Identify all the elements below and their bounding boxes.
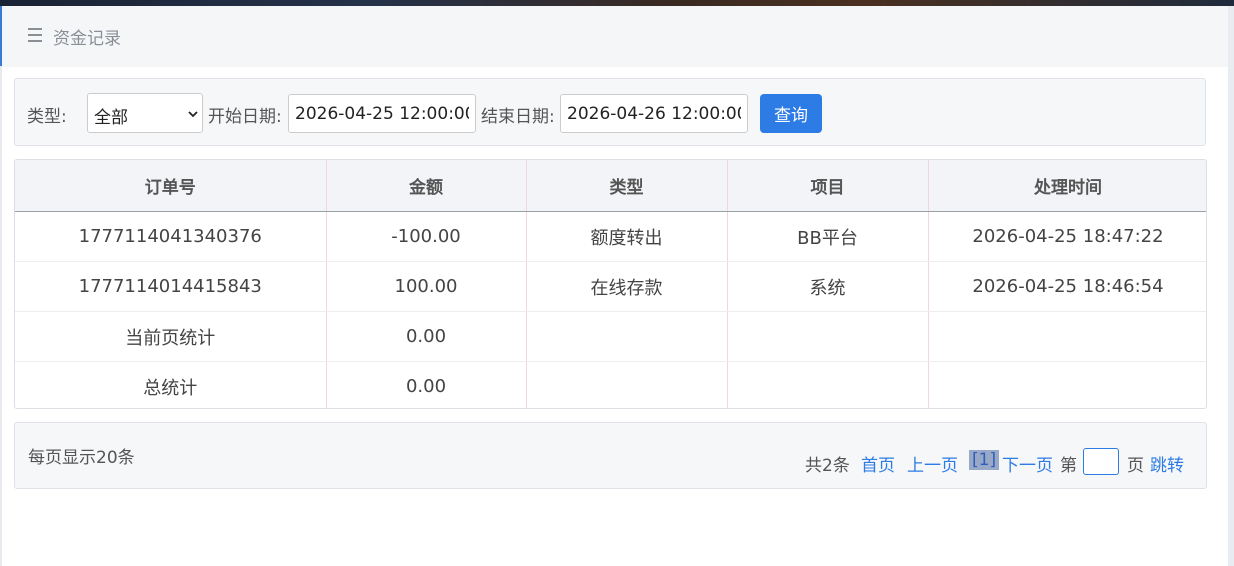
cell-empty [526,361,728,408]
page-title: 资金记录 [53,29,121,49]
cell-empty [727,311,929,362]
type-label: 类型: [27,107,67,127]
pagination-panel: 每页显示20条 共2条 首页 上一页 [1] 下一页 第 页 跳转 [14,422,1207,489]
cell-type: 在线存款 [526,261,728,312]
left-border [0,6,2,566]
page-summary-row: 当前页统计 0.00 [15,311,1206,362]
col-amount: 金额 [326,160,527,212]
hamburger-icon[interactable] [28,28,42,42]
cell-summary-label: 当前页统计 [15,311,327,362]
jump-link[interactable]: 跳转 [1150,451,1184,476]
next-page-link[interactable]: 下一页 [1002,451,1053,476]
current-page-indicator[interactable]: [1] [969,450,1000,470]
filter-panel: 类型: 全部 开始日期: 结束日期: 查询 [14,78,1206,146]
col-process-time: 处理时间 [928,160,1206,212]
cell-empty [526,311,728,362]
cell-order-no: 1777114041340376 [15,211,327,262]
first-page-link[interactable]: 首页 [861,451,895,476]
type-select[interactable]: 全部 [87,93,203,133]
total-count: 共2条 [805,456,850,476]
type-select-value: 全部 [94,108,128,128]
cell-summary-amount: 0.00 [326,311,527,362]
cell-total-amount: 0.00 [326,361,527,408]
cell-type: 额度转出 [526,211,728,262]
page-number-input[interactable] [1083,448,1119,475]
cell-item: 系统 [727,261,929,312]
col-order-no: 订单号 [15,160,327,212]
query-button[interactable]: 查询 [760,94,822,133]
page-header: 资金记录 [2,6,1228,67]
table-header-row: 订单号 金额 类型 项目 处理时间 [15,160,1206,212]
prev-page-link[interactable]: 上一页 [907,451,958,476]
page-prefix-label: 第 [1060,456,1077,476]
cell-amount: -100.00 [326,211,527,262]
cell-empty [727,361,929,408]
end-date-label: 结束日期: [481,107,555,127]
col-item: 项目 [727,160,929,212]
table-row: 1777114014415843 100.00 在线存款 系统 2026-04-… [15,261,1206,312]
page-suffix-label: 页 [1127,456,1144,476]
cell-order-no: 1777114014415843 [15,261,327,312]
cell-empty [928,361,1206,408]
cell-process-time: 2026-04-25 18:46:54 [928,261,1206,312]
start-date-input[interactable] [288,94,476,133]
cell-empty [928,311,1206,362]
table-row: 1777114041340376 -100.00 额度转出 BB平台 2026-… [15,211,1206,262]
end-date-input[interactable] [560,94,748,133]
col-type: 类型 [526,160,728,212]
cell-amount: 100.00 [326,261,527,312]
start-date-label: 开始日期: [208,107,282,127]
chevron-down-icon [188,111,198,118]
cell-total-label: 总统计 [15,361,327,408]
per-page-text: 每页显示20条 [28,448,135,468]
records-table: 订单号 金额 类型 项目 处理时间 1777114041340376 -100.… [14,159,1207,409]
total-summary-row: 总统计 0.00 [15,361,1206,408]
cell-item: BB平台 [727,211,929,262]
cell-process-time: 2026-04-25 18:47:22 [928,211,1206,262]
right-border [1228,6,1234,566]
